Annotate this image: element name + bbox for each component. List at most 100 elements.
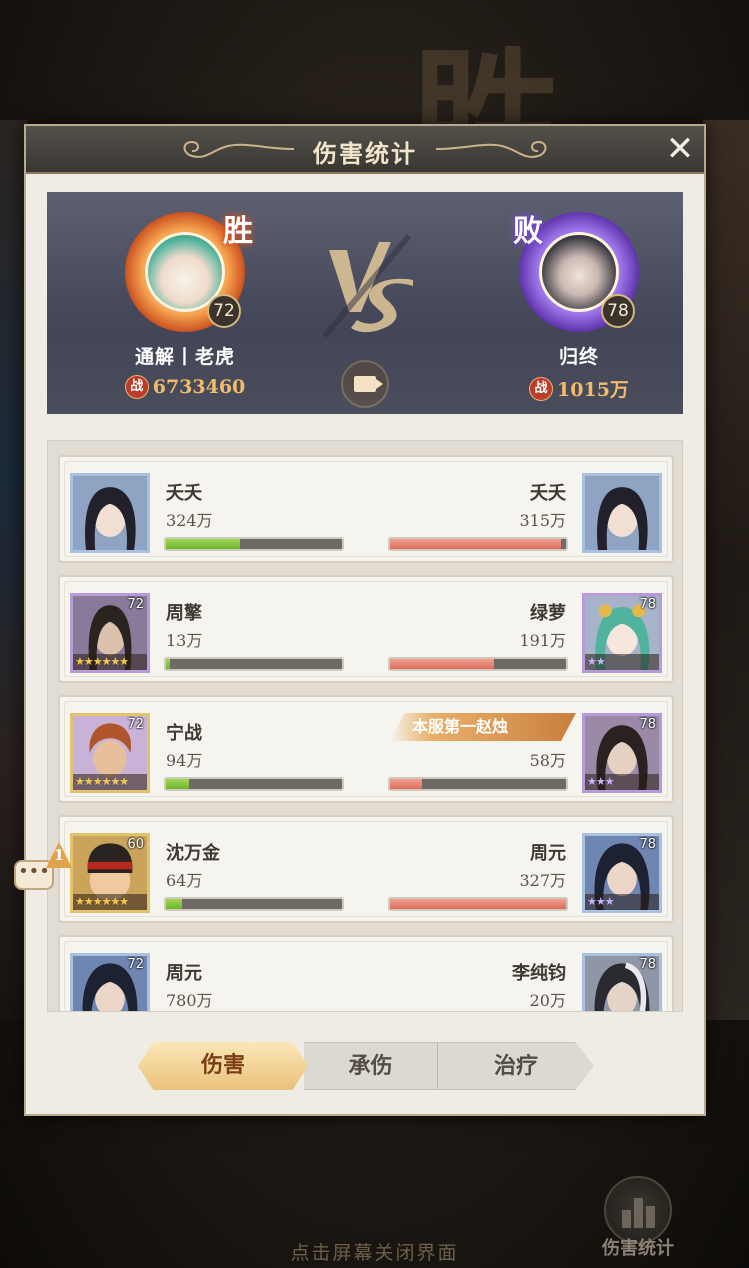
tab-damage[interactable]: 伤害: [138, 1042, 308, 1090]
level-badge: 78: [601, 294, 635, 328]
damage-bar: [388, 777, 568, 791]
list-item: 72 ★★★★★★ 宁战 94万 本服第一赵烛 58万 78 ★★★: [58, 695, 674, 803]
level-badge: 72: [207, 294, 241, 328]
battle-summary-panel: 胜 72 通解丨老虎 战 6733460 败 78 归终 战 1015万: [47, 192, 683, 414]
hero-portrait[interactable]: 78 ★★: [582, 593, 662, 673]
scroll-ornament-right-icon: [435, 140, 547, 158]
combat-power-icon: 战: [529, 376, 554, 401]
combat-power-icon: 战: [124, 375, 149, 399]
hero-level: 60: [127, 837, 144, 852]
damage-bar-fill: [166, 539, 240, 549]
damage-bar: [164, 657, 344, 671]
damage-value: 324万: [166, 511, 213, 530]
hero-portrait[interactable]: 78 ★★★: [582, 833, 662, 913]
hero-level: 72: [127, 597, 144, 612]
player-name: 通解丨老虎: [134, 346, 235, 368]
damage-list[interactable]: 夭夭 324万 夭夭 315万 72 ★★★★★★ 周擎 13万 绿萝 191万: [47, 440, 683, 1012]
star-rating: ★★: [585, 654, 659, 670]
dialog-title: 伤害统计: [313, 139, 417, 168]
damage-stats-dialog: 伤害统计 ✕ 胜 72 通解丨老虎 战 6733460 败 78 归终 战 10…: [24, 124, 706, 1116]
hero-name: 周擎: [166, 603, 202, 624]
damage-value: 191万: [519, 631, 566, 650]
damage-bar: [164, 537, 344, 551]
damage-bar: [388, 657, 568, 671]
close-button[interactable]: ✕: [662, 132, 698, 168]
damage-stats-button[interactable]: 伤害统计: [590, 1176, 686, 1266]
hero-level: 78: [639, 957, 656, 972]
tab-healing[interactable]: 治疗: [438, 1042, 594, 1090]
list-item: 夭夭 324万 夭夭 315万: [58, 455, 674, 563]
hero-portrait[interactable]: 78 ★★★: [582, 713, 662, 793]
damage-bar: [164, 777, 344, 791]
damage-value: 315万: [519, 511, 566, 530]
damage-bar-fill: [390, 779, 422, 789]
camera-icon: [354, 376, 383, 392]
damage-bar-fill: [166, 899, 182, 909]
damage-bar: [388, 537, 568, 551]
damage-value: 64万: [166, 871, 203, 890]
list-item: 72 ★★★★★★ 周擎 13万 绿萝 191万 78 ★★: [58, 575, 674, 683]
tab-damage-taken[interactable]: 承伤: [304, 1042, 438, 1090]
hero-portrait[interactable]: 60 ★★★★★★: [70, 833, 150, 913]
damage-value: 20万: [529, 991, 566, 1010]
replay-camera-button[interactable]: [341, 360, 389, 408]
player-name: 归终: [558, 346, 599, 368]
star-rating: ★★★★★★: [73, 654, 147, 670]
hero-name: 夭夭: [166, 483, 202, 504]
hero-level: 78: [639, 597, 656, 612]
damage-bar: [164, 897, 344, 911]
player-right-avatar[interactable]: 败 78: [513, 212, 639, 332]
hero-level: 78: [639, 717, 656, 732]
hero-level: 78: [639, 837, 656, 852]
hero-portrait[interactable]: 72: [70, 953, 150, 1011]
hero-level: 72: [127, 717, 144, 732]
hero-level: 72: [127, 957, 144, 972]
damage-value: 780万: [166, 991, 213, 1010]
defeat-tag: 败: [513, 214, 543, 249]
server-title-banner: 本服第一赵烛: [390, 713, 576, 741]
star-rating: ★★★: [585, 774, 659, 790]
combat-power-value: 6733460: [152, 376, 246, 398]
hero-portrait[interactable]: [582, 473, 662, 553]
damage-value: 94万: [166, 751, 203, 770]
star-rating: ★★★: [585, 894, 659, 910]
hero-face-icon: [73, 476, 147, 550]
list-item: 60 ★★★★★★ 沈万金 64万 周元 327万 78 ★★★: [58, 815, 674, 923]
combat-power-value: 1015万: [557, 379, 629, 401]
hero-name: 夭夭: [530, 483, 566, 504]
hero-name: 李纯钧: [512, 963, 566, 984]
versus-icon: [322, 234, 413, 338]
combat-power: 战 6733460: [85, 375, 285, 399]
stats-tabs: 承伤 治疗 伤害: [138, 1042, 594, 1090]
star-rating: ★★★★★★: [73, 894, 147, 910]
dialog-header: 伤害统计 ✕: [26, 126, 704, 174]
damage-bar-fill: [390, 539, 561, 549]
hero-portrait[interactable]: [70, 473, 150, 553]
damage-value: 327万: [519, 871, 566, 890]
bar-chart-icon: [622, 1198, 655, 1228]
hero-portrait[interactable]: 72 ★★★★★★: [70, 593, 150, 673]
damage-bar-fill: [166, 779, 189, 789]
player-left: 胜 72 通解丨老虎 战 6733460: [85, 212, 285, 399]
stats-button-label: 伤害统计: [602, 1238, 674, 1259]
hero-name: 宁战: [166, 723, 202, 744]
chat-icon: •••: [18, 861, 50, 882]
hero-face-icon: [585, 476, 659, 550]
damage-bar-fill: [166, 659, 170, 669]
damage-value: 58万: [529, 751, 566, 770]
combat-power: 战 1015万: [479, 375, 679, 402]
hero-portrait[interactable]: 72 ★★★★★★: [70, 713, 150, 793]
damage-bar-fill: [390, 899, 566, 909]
hero-name: 沈万金: [166, 843, 220, 864]
background-right-art: [703, 120, 749, 1020]
hero-portrait[interactable]: 78: [582, 953, 662, 1011]
player-right: 败 78 归终 战 1015万: [479, 212, 679, 402]
player-left-avatar[interactable]: 胜 72: [125, 212, 253, 332]
list-item: 72 周元 780万 李纯钧 20万 78: [58, 935, 674, 1011]
damage-value: 13万: [166, 631, 203, 650]
damage-bar: [388, 897, 568, 911]
hero-name: 周元: [166, 963, 202, 984]
victory-tag: 胜: [223, 214, 253, 249]
hero-name: 周元: [530, 843, 566, 864]
hero-name: 绿萝: [530, 603, 566, 624]
